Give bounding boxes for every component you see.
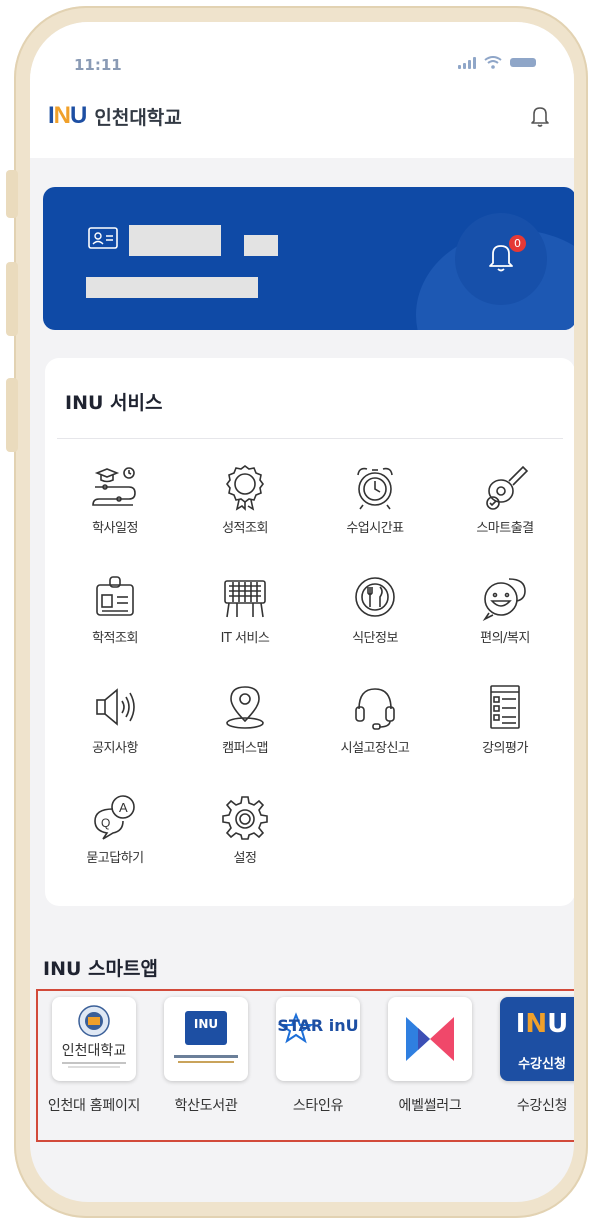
- app-haksan-library[interactable]: INU 학산도서관: [156, 997, 256, 1117]
- volume-up-button: [6, 262, 18, 336]
- notification-badge: 0: [509, 235, 526, 252]
- library-app-icon: INU: [164, 997, 248, 1081]
- plate-cutlery-icon: [355, 577, 395, 617]
- status-time: 11:11: [74, 56, 122, 74]
- book-shelf-line: [178, 1061, 234, 1063]
- service-student-record[interactable]: 학적조회: [55, 573, 175, 669]
- smart-apps-row: 인천대학교 인천대 홈페이지 INU 학산도서관 STAR inU 스타인유 에…: [36, 989, 574, 1142]
- services-title: INU 서비스: [65, 392, 163, 414]
- guitar-check-icon: [486, 465, 529, 510]
- inu-logo[interactable]: INU 인천대학교: [48, 102, 182, 130]
- keyboard-hands-icon: [224, 580, 266, 618]
- service-label: 식단정보: [352, 631, 398, 646]
- service-label: 수업시간표: [346, 521, 404, 536]
- service-label: 스마트출결: [476, 521, 534, 536]
- headset-icon: [355, 688, 395, 730]
- service-welfare[interactable]: 편의/복지: [445, 573, 565, 669]
- service-label: 공지사항: [92, 741, 138, 756]
- inu-services-panel: INU 서비스 학사일정 성적조회 수업시간표 스마트출결 학적조회 IT 서비…: [45, 358, 574, 906]
- book-shelf-icon: [174, 1055, 238, 1058]
- speaker-icon: [96, 688, 135, 726]
- service-settings[interactable]: 설정: [185, 793, 305, 889]
- app-label: 학산도서관: [174, 1098, 238, 1114]
- service-label: 묻고답하기: [86, 851, 144, 866]
- app-inu-homepage[interactable]: 인천대학교 인천대 홈페이지: [44, 997, 144, 1117]
- service-facility-report[interactable]: 시설고장신고: [315, 683, 435, 779]
- status-icons: [458, 56, 536, 69]
- redacted-name: [129, 225, 221, 256]
- service-campus-map[interactable]: 캠퍼스맵: [185, 683, 305, 779]
- bowtie-logo-icon: [406, 1017, 454, 1061]
- side-button: [6, 170, 18, 218]
- app-icon-logo: INU: [515, 1009, 569, 1039]
- card-notification-button[interactable]: 0: [455, 213, 547, 305]
- service-course-evaluation[interactable]: 강의평가: [445, 683, 565, 779]
- service-label: 시설고장신고: [340, 741, 410, 756]
- university-seal-icon: [62, 1005, 126, 1068]
- service-meal-info[interactable]: 식단정보: [315, 573, 435, 669]
- volume-down-button: [6, 378, 18, 452]
- divider: [57, 438, 563, 439]
- app-label: 수강신청: [516, 1098, 568, 1114]
- service-label: 성적조회: [222, 521, 268, 536]
- app-icon-text: 수강신청: [518, 1057, 566, 1072]
- svg-text:A: A: [119, 800, 128, 815]
- app-icon-text: INU: [193, 1017, 219, 1031]
- app-course-registration[interactable]: INU 수강신청 수강신청: [492, 997, 574, 1117]
- star-icon: [277, 1012, 315, 1044]
- app-label: 스타인유: [292, 1098, 344, 1114]
- service-label: 편의/복지: [480, 631, 530, 646]
- app-label: 에벨썰러그: [398, 1098, 462, 1114]
- app-everlearn[interactable]: 에벨썰러그: [380, 997, 480, 1117]
- map-pin-icon: [226, 686, 264, 729]
- phone-screen: 11:11 INU 인천대학교 0 INU 서비스 학사일정 성적조회 수업시간…: [30, 22, 574, 1202]
- battery-icon: [510, 58, 536, 67]
- gear-icon: [222, 796, 268, 840]
- service-label: 설정: [233, 851, 257, 866]
- service-label: IT 서비스: [220, 631, 270, 646]
- star-inu-app-icon: STAR inU: [276, 997, 360, 1081]
- app-header: INU 인천대학교: [30, 90, 574, 158]
- service-label: 학적조회: [92, 631, 138, 646]
- service-label: 학사일정: [92, 521, 138, 536]
- app-star-inu[interactable]: STAR inU 스타인유: [268, 997, 368, 1117]
- qa-chat-icon: A Q: [94, 795, 135, 840]
- redacted-title: [244, 235, 278, 256]
- signal-icon: [458, 57, 476, 69]
- app-icon-text: 인천대학교: [61, 1043, 127, 1059]
- service-label: 강의평가: [482, 741, 528, 756]
- service-notices[interactable]: 공지사항: [55, 683, 175, 779]
- logo-text: 인천대학교: [94, 106, 182, 129]
- course-registration-app-icon: INU 수강신청: [500, 997, 574, 1081]
- service-qna[interactable]: A Q 묻고답하기: [55, 793, 175, 889]
- status-bar: 11:11: [30, 22, 574, 90]
- service-it[interactable]: IT 서비스: [185, 573, 305, 669]
- wifi-icon: [484, 56, 502, 69]
- everlearn-app-icon: [388, 997, 472, 1081]
- smart-apps-title: INU 스마트앱: [43, 958, 158, 980]
- service-smart-attendance[interactable]: 스마트출결: [445, 463, 565, 559]
- logo-mark: INU: [48, 102, 87, 129]
- alarm-clock-icon: [357, 467, 393, 510]
- academic-calendar-icon: [92, 467, 136, 506]
- service-label: 캠퍼스맵: [222, 741, 268, 756]
- redacted-student-info: [86, 277, 258, 298]
- notification-bell-icon[interactable]: [526, 102, 554, 130]
- app-label: 인천대 홈페이지: [47, 1098, 141, 1114]
- svg-text:Q: Q: [101, 816, 110, 830]
- student-id-card[interactable]: 0: [43, 187, 574, 330]
- id-badge-icon: [96, 576, 134, 616]
- smile-chat-icon: [482, 578, 526, 621]
- inu-homepage-app-icon: 인천대학교: [52, 997, 136, 1081]
- service-timetable[interactable]: 수업시간표: [315, 463, 435, 559]
- award-ribbon-icon: [226, 465, 264, 511]
- app-icon-text: STAR inU: [277, 1016, 359, 1035]
- id-card-icon: [88, 227, 118, 249]
- service-academic-calendar[interactable]: 학사일정: [55, 463, 175, 559]
- service-grades[interactable]: 성적조회: [185, 463, 305, 559]
- checklist-icon: [490, 685, 520, 729]
